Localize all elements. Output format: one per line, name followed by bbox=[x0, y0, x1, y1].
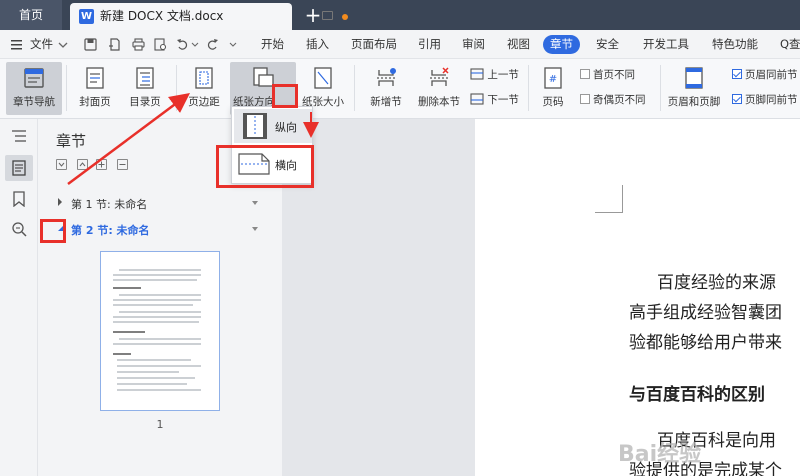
watermark-logo: Bai经验 bbox=[618, 442, 702, 467]
annotation-arrow-to-orientation bbox=[67, 93, 191, 186]
annotation-arrows bbox=[67, 93, 319, 186]
